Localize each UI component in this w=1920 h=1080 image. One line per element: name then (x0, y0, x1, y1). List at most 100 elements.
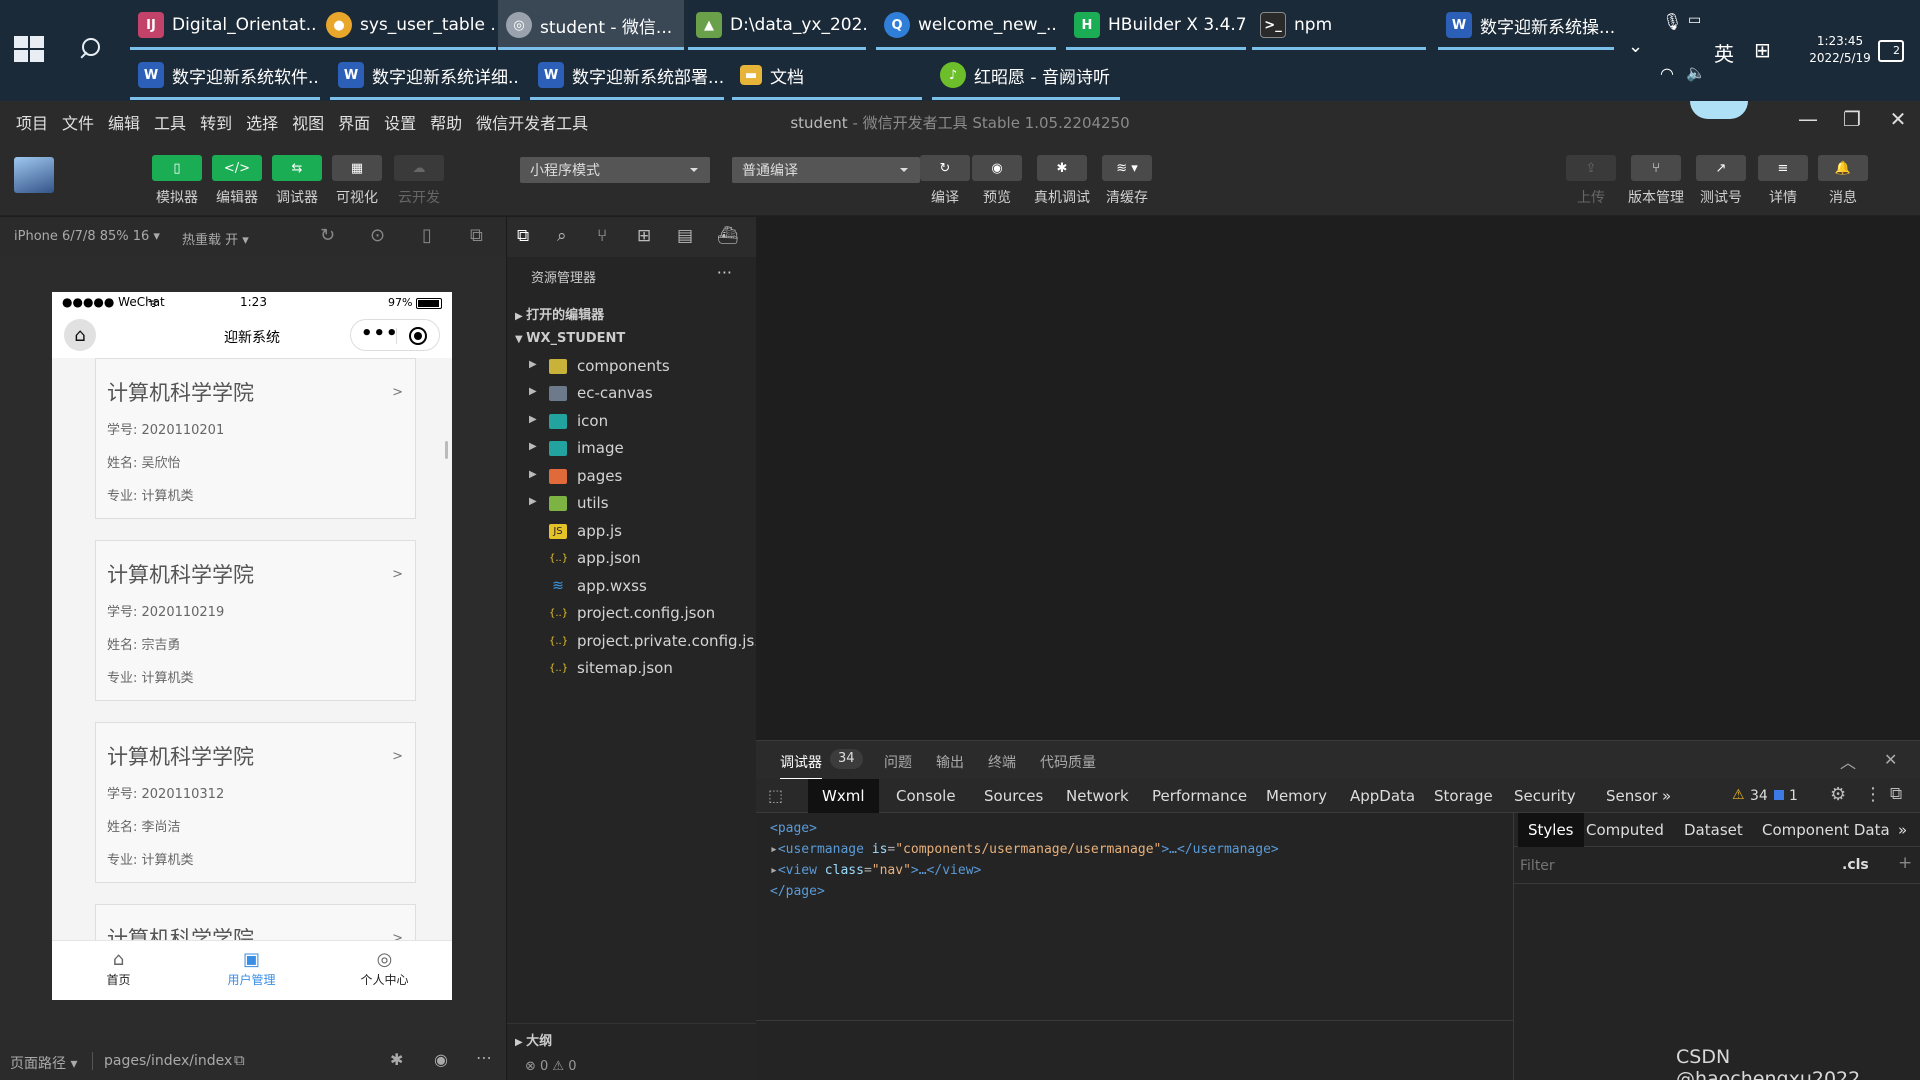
tab-console[interactable]: Console (882, 779, 970, 813)
taskbar-item-folder[interactable]: ▬ 文档 (732, 50, 922, 100)
open-editors-section[interactable]: ▶ 打开的编辑器 (515, 304, 757, 326)
tab-home[interactable]: ⌂ 首页 (52, 949, 185, 988)
tab-user-management[interactable]: ▣ 用户管理 (185, 949, 318, 988)
microphone-icon[interactable]: 🎙 (1662, 12, 1682, 31)
page-path-select[interactable]: 页面路径 ▾ (10, 1053, 77, 1073)
wxml-node-page-close[interactable]: </page> (770, 884, 825, 899)
taskbar-item-image-viewer[interactable]: ▲ D:\data_yx_202... (688, 0, 866, 50)
compile-mode-select[interactable]: 普通编译 (732, 157, 920, 183)
more-icon[interactable]: ⋯ (476, 1048, 492, 1067)
file-app-json[interactable]: {..} app.json (507, 546, 757, 573)
tab-appdata[interactable]: AppData (1336, 779, 1429, 813)
file-project-private-config[interactable]: {..} project.private.config.js... (507, 629, 769, 656)
close-icon[interactable]: ✕ (1878, 107, 1918, 131)
outline-header[interactable]: ▶ 大纲 (515, 1030, 552, 1049)
tab-security[interactable]: Security (1500, 779, 1590, 813)
battery-icon[interactable]: ▭ (1688, 12, 1701, 28)
tab-network[interactable]: Network (1052, 779, 1143, 813)
warning-count[interactable]: 34 (1750, 788, 1768, 804)
more-tabs-icon[interactable]: » (1894, 813, 1911, 847)
real-device-debug-button[interactable]: ✱ 真机调试 (1030, 155, 1094, 207)
ime-indicator[interactable]: 英 (1714, 38, 1734, 67)
wxml-node-view-nav[interactable]: ▸<view class="nav">…</view> (770, 863, 981, 878)
detach-window-icon[interactable]: ⧉ (470, 225, 483, 246)
project-section[interactable]: ▼ WX_STUDENT (515, 331, 757, 353)
taskbar-item-word-1[interactable]: W 数字迎新系统操... (1438, 0, 1614, 50)
account-avatar[interactable] (1690, 101, 1748, 119)
notification-center-icon[interactable]: 2 (1878, 40, 1904, 62)
tab-debugger[interactable]: 调试器 (780, 752, 822, 780)
bug-icon[interactable]: ✱ (390, 1050, 403, 1069)
clock[interactable]: 1:23:45 2022/5/19 (1790, 33, 1890, 67)
more-tabs-icon[interactable]: » (1656, 779, 1677, 813)
search-icon[interactable]: ⌕ (557, 226, 567, 246)
volume-icon[interactable]: 🔈 (1686, 63, 1706, 82)
debugger-button[interactable]: ⇆ 调试器 (272, 155, 322, 207)
tab-wxml[interactable]: Wxml (808, 779, 879, 813)
folder-ec-canvas[interactable]: ▶ ec-canvas (507, 381, 757, 408)
tab-memory[interactable]: Memory (1252, 779, 1341, 813)
more-icon[interactable]: ··· (717, 263, 732, 282)
wxml-node-page-open[interactable]: <page> (770, 821, 817, 836)
hot-reload-toggle[interactable]: 热重载 开 ▾ (182, 229, 249, 248)
scrollbar[interactable] (445, 441, 448, 459)
file-project-config-json[interactable]: {..} project.config.json (507, 601, 757, 628)
wifi-icon[interactable]: ◠ (1660, 64, 1674, 83)
source-control-icon[interactable]: ⑂ (597, 226, 607, 246)
file-app-wxss[interactable]: ≋ app.wxss (507, 574, 757, 601)
search-icon[interactable] (78, 36, 104, 62)
extensions-icon[interactable]: ⊞ (637, 226, 651, 246)
taskbar-item-browser[interactable]: Q welcome_new_... (876, 0, 1056, 50)
tab-profile[interactable]: ◎ 个人中心 (318, 949, 451, 988)
folder-utils[interactable]: ▶ utils (507, 491, 757, 518)
folder-components[interactable]: ▶ components (507, 354, 757, 381)
tab-dataset[interactable]: Dataset (1674, 813, 1753, 847)
taskbar-item-word-4[interactable]: W 数字迎新系统部署... (530, 50, 724, 100)
taskbar-item-hbuilder[interactable]: H HBuilder X 3.4.7 (1066, 0, 1246, 50)
styles-filter-input[interactable] (1520, 853, 1830, 879)
expand-triangle-icon[interactable]: ▸ (770, 842, 778, 857)
mode-select[interactable]: 小程序模式 (520, 157, 710, 183)
folder-image[interactable]: ▶ image (507, 436, 757, 463)
folder-pages[interactable]: ▶ pages (507, 464, 757, 491)
tab-output[interactable]: 输出 (936, 752, 964, 772)
taskbar-item-word-2[interactable]: W 数字迎新系统软件... (130, 50, 320, 100)
tab-computed[interactable]: Computed (1576, 813, 1674, 847)
file-app-js[interactable]: JS app.js (507, 519, 757, 546)
kebab-menu-icon[interactable]: ⋮ (1864, 784, 1882, 805)
student-card[interactable]: 计算机科学学院 > 学号: 2020110312 姓名: 李尚洁 专业: 计算机… (95, 722, 416, 883)
tab-performance[interactable]: Performance (1138, 779, 1261, 813)
copy-icon[interactable]: ⧉ (234, 1051, 245, 1069)
student-card[interactable]: 计算机科学学院 > (95, 904, 416, 940)
taskbar-item-word-3[interactable]: W 数字迎新系统详细... (330, 50, 520, 100)
folder-icon[interactable]: ▶ icon (507, 409, 757, 436)
simulator-button[interactable]: ▯ 模拟器 (152, 155, 202, 207)
ime-mode-icon[interactable]: ⊞ (1754, 38, 1771, 62)
chevron-up-icon[interactable]: ︿ (1840, 749, 1856, 773)
taskbar-item-wechat-devtools[interactable]: ◎ student - 微信... (498, 0, 684, 50)
windows-start-icon[interactable] (14, 36, 46, 64)
rotate-icon[interactable]: ↻ (320, 225, 335, 246)
minimize-icon[interactable]: — (1788, 107, 1828, 131)
tab-code-quality[interactable]: 代码质量 (1040, 752, 1096, 772)
tab-styles[interactable]: Styles (1518, 813, 1584, 847)
compile-button[interactable]: ↻ 编译 (920, 155, 970, 207)
expand-triangle-icon[interactable]: ▸ (770, 863, 778, 878)
taskbar-item-npm[interactable]: >_ npm (1252, 0, 1426, 50)
docker-icon[interactable]: ⛴ (717, 226, 739, 246)
cloud-dev-button[interactable]: ☁ 云开发 (394, 155, 444, 207)
eye-icon[interactable]: ◉ (434, 1050, 448, 1069)
dock-icon[interactable]: ⧉ (1890, 784, 1902, 804)
phone-frame-icon[interactable]: ▯ (422, 225, 432, 246)
test-account-button[interactable]: ↗ 测试号 (1696, 155, 1746, 207)
file-sitemap-json[interactable]: {..} sitemap.json (507, 656, 757, 683)
version-management-button[interactable]: ⑂ 版本管理 (1624, 155, 1688, 207)
tab-storage[interactable]: Storage (1420, 779, 1507, 813)
upload-button[interactable]: ⇪ 上传 (1566, 155, 1616, 207)
problems-status[interactable]: ⊗ 0 ⚠ 0 (525, 1059, 577, 1074)
restore-icon[interactable]: ❐ (1832, 107, 1872, 131)
stop-icon[interactable]: ⊙ (370, 225, 385, 246)
clear-cache-button[interactable]: ≋ ▾ 清缓存 (1102, 155, 1152, 207)
chevron-up-icon[interactable]: ⌄ (1628, 36, 1643, 57)
cls-toggle[interactable]: .cls (1842, 857, 1869, 873)
